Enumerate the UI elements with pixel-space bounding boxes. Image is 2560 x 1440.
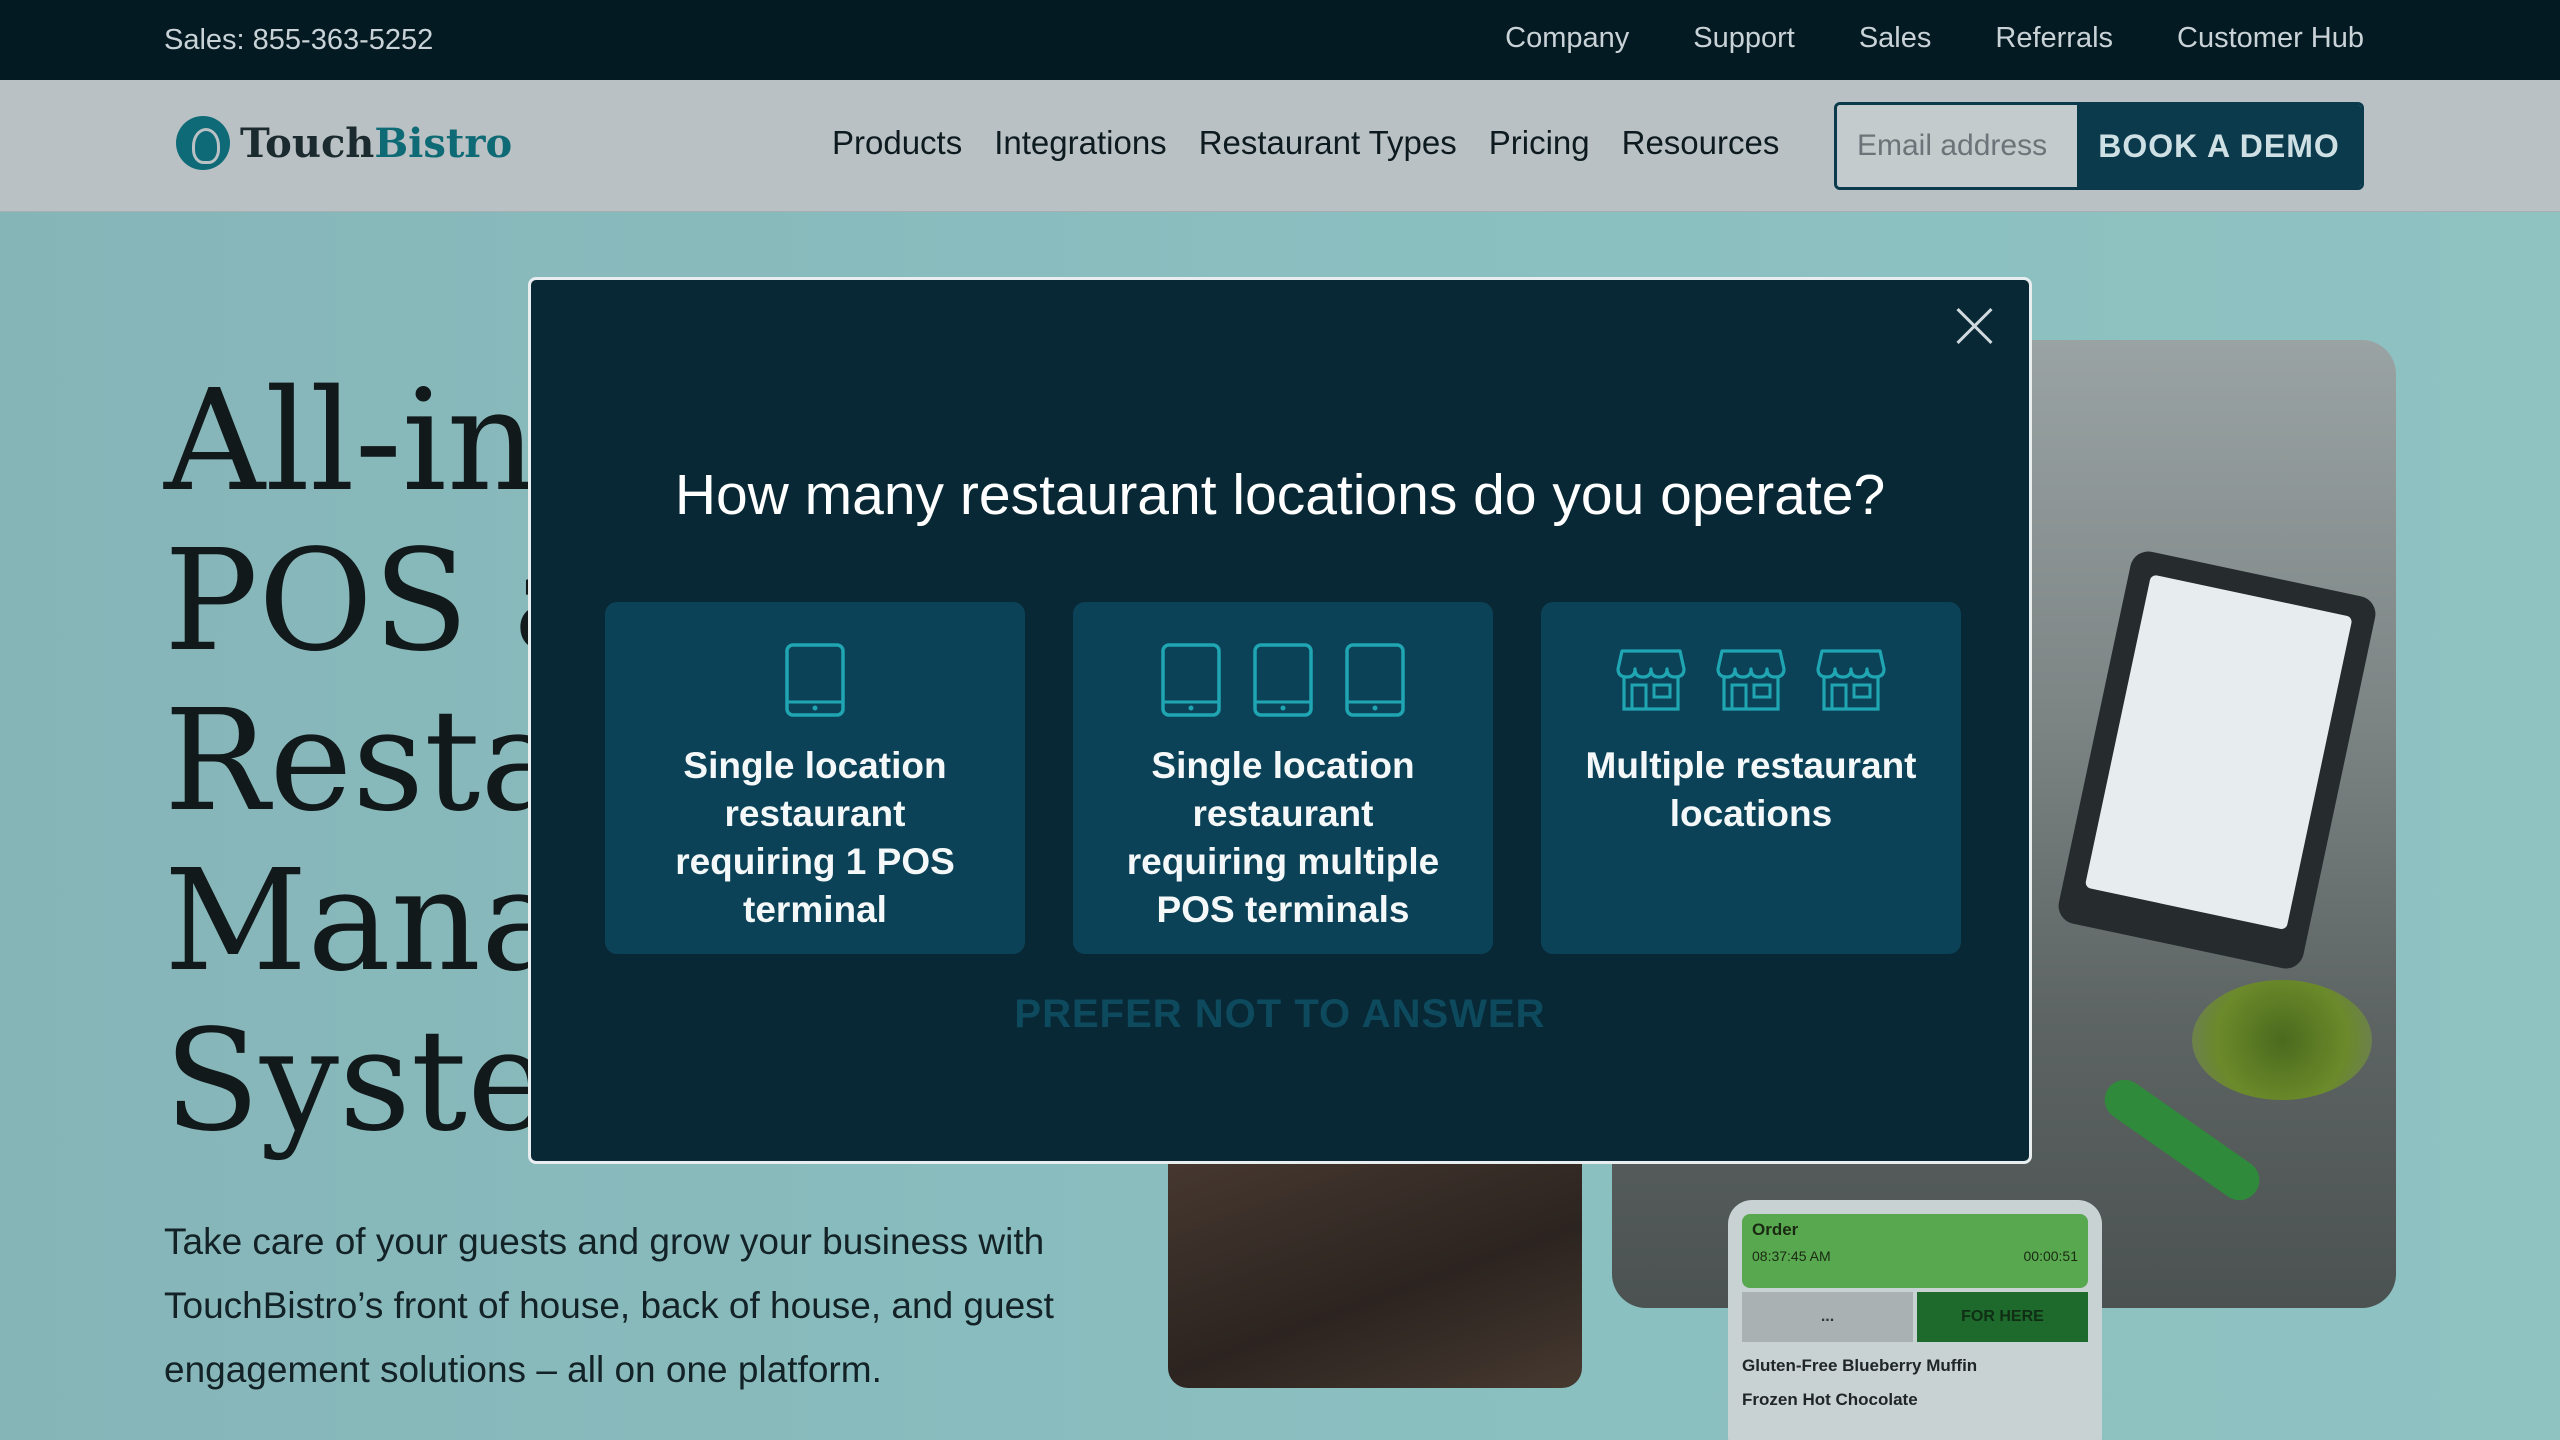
option-multiple-locations[interactable]: Multiple restaurant locations [1541,602,1961,954]
option-single-multiple-terminals[interactable]: Single location restaurant requiring mul… [1073,602,1493,954]
order-card: Order 08:37:45 AM 00:00:51 ... FOR HERE G… [1728,1200,2102,1440]
order-buttons: ... FOR HERE [1742,1292,2088,1342]
tablet-icon [1345,643,1405,717]
tablet-icon [785,643,845,717]
utility-links: Company Support Sales Referrals Customer… [1505,22,2364,55]
storefront-icon [1616,649,1686,711]
demo-form: BOOK A DEMO [1834,102,2364,190]
location-options: Single location restaurant requiring 1 P… [605,602,1961,954]
bowl-image [2192,980,2372,1100]
nav-resources[interactable]: Resources [1622,124,1780,162]
link-company[interactable]: Company [1505,22,1629,55]
option-single-one-terminal[interactable]: Single location restaurant requiring 1 P… [605,602,1025,954]
nav-restaurant-types[interactable]: Restaurant Types [1199,124,1457,162]
order-more-button: ... [1742,1292,1913,1342]
logo-text: TouchBistro [240,119,513,167]
order-header: Order 08:37:45 AM 00:00:51 [1742,1214,2088,1288]
tablet-icon [1161,643,1221,717]
locations-modal: How many restaurant locations do you ope… [528,277,2032,1164]
storefront-icon [1816,649,1886,711]
nav-integrations[interactable]: Integrations [994,124,1166,162]
prefer-not-to-answer-link[interactable]: PREFER NOT TO ANSWER [531,992,2029,1037]
link-sales[interactable]: Sales [1859,22,1932,55]
hero-subtitle: Take care of your guests and grow your b… [164,1221,1054,1390]
sales-phone[interactable]: Sales: 855-363-5252 [164,24,433,57]
order-item: Frozen Hot Chocolate [1742,1390,1918,1409]
pos-tablet-image [2055,548,2379,972]
close-icon[interactable] [1951,302,1999,350]
order-for-here-button: FOR HERE [1917,1292,2088,1342]
link-referrals[interactable]: Referrals [1995,22,2113,55]
nav-links: Products Integrations Restaurant Types P… [832,124,1779,162]
logo[interactable]: TouchBistro [176,116,512,170]
top-utility-bar: Sales: 855-363-5252 Company Support Sale… [0,0,2560,80]
nav-pricing[interactable]: Pricing [1489,124,1590,162]
logo-icon [176,116,230,170]
nav-products[interactable]: Products [832,124,962,162]
hero-photo-cafe [1168,1130,1582,1388]
book-demo-button[interactable]: BOOK A DEMO [2077,105,2361,187]
storefront-icon [1716,649,1786,711]
tablet-icon [1253,643,1313,717]
modal-title: How many restaurant locations do you ope… [674,463,1886,527]
link-customer-hub[interactable]: Customer Hub [2177,22,2364,55]
email-input[interactable] [1837,105,2077,187]
order-item: Gluten-Free Blueberry Muffin [1742,1356,1978,1375]
link-support[interactable]: Support [1693,22,1795,55]
main-nav: TouchBistro Products Integrations Restau… [0,80,2560,212]
